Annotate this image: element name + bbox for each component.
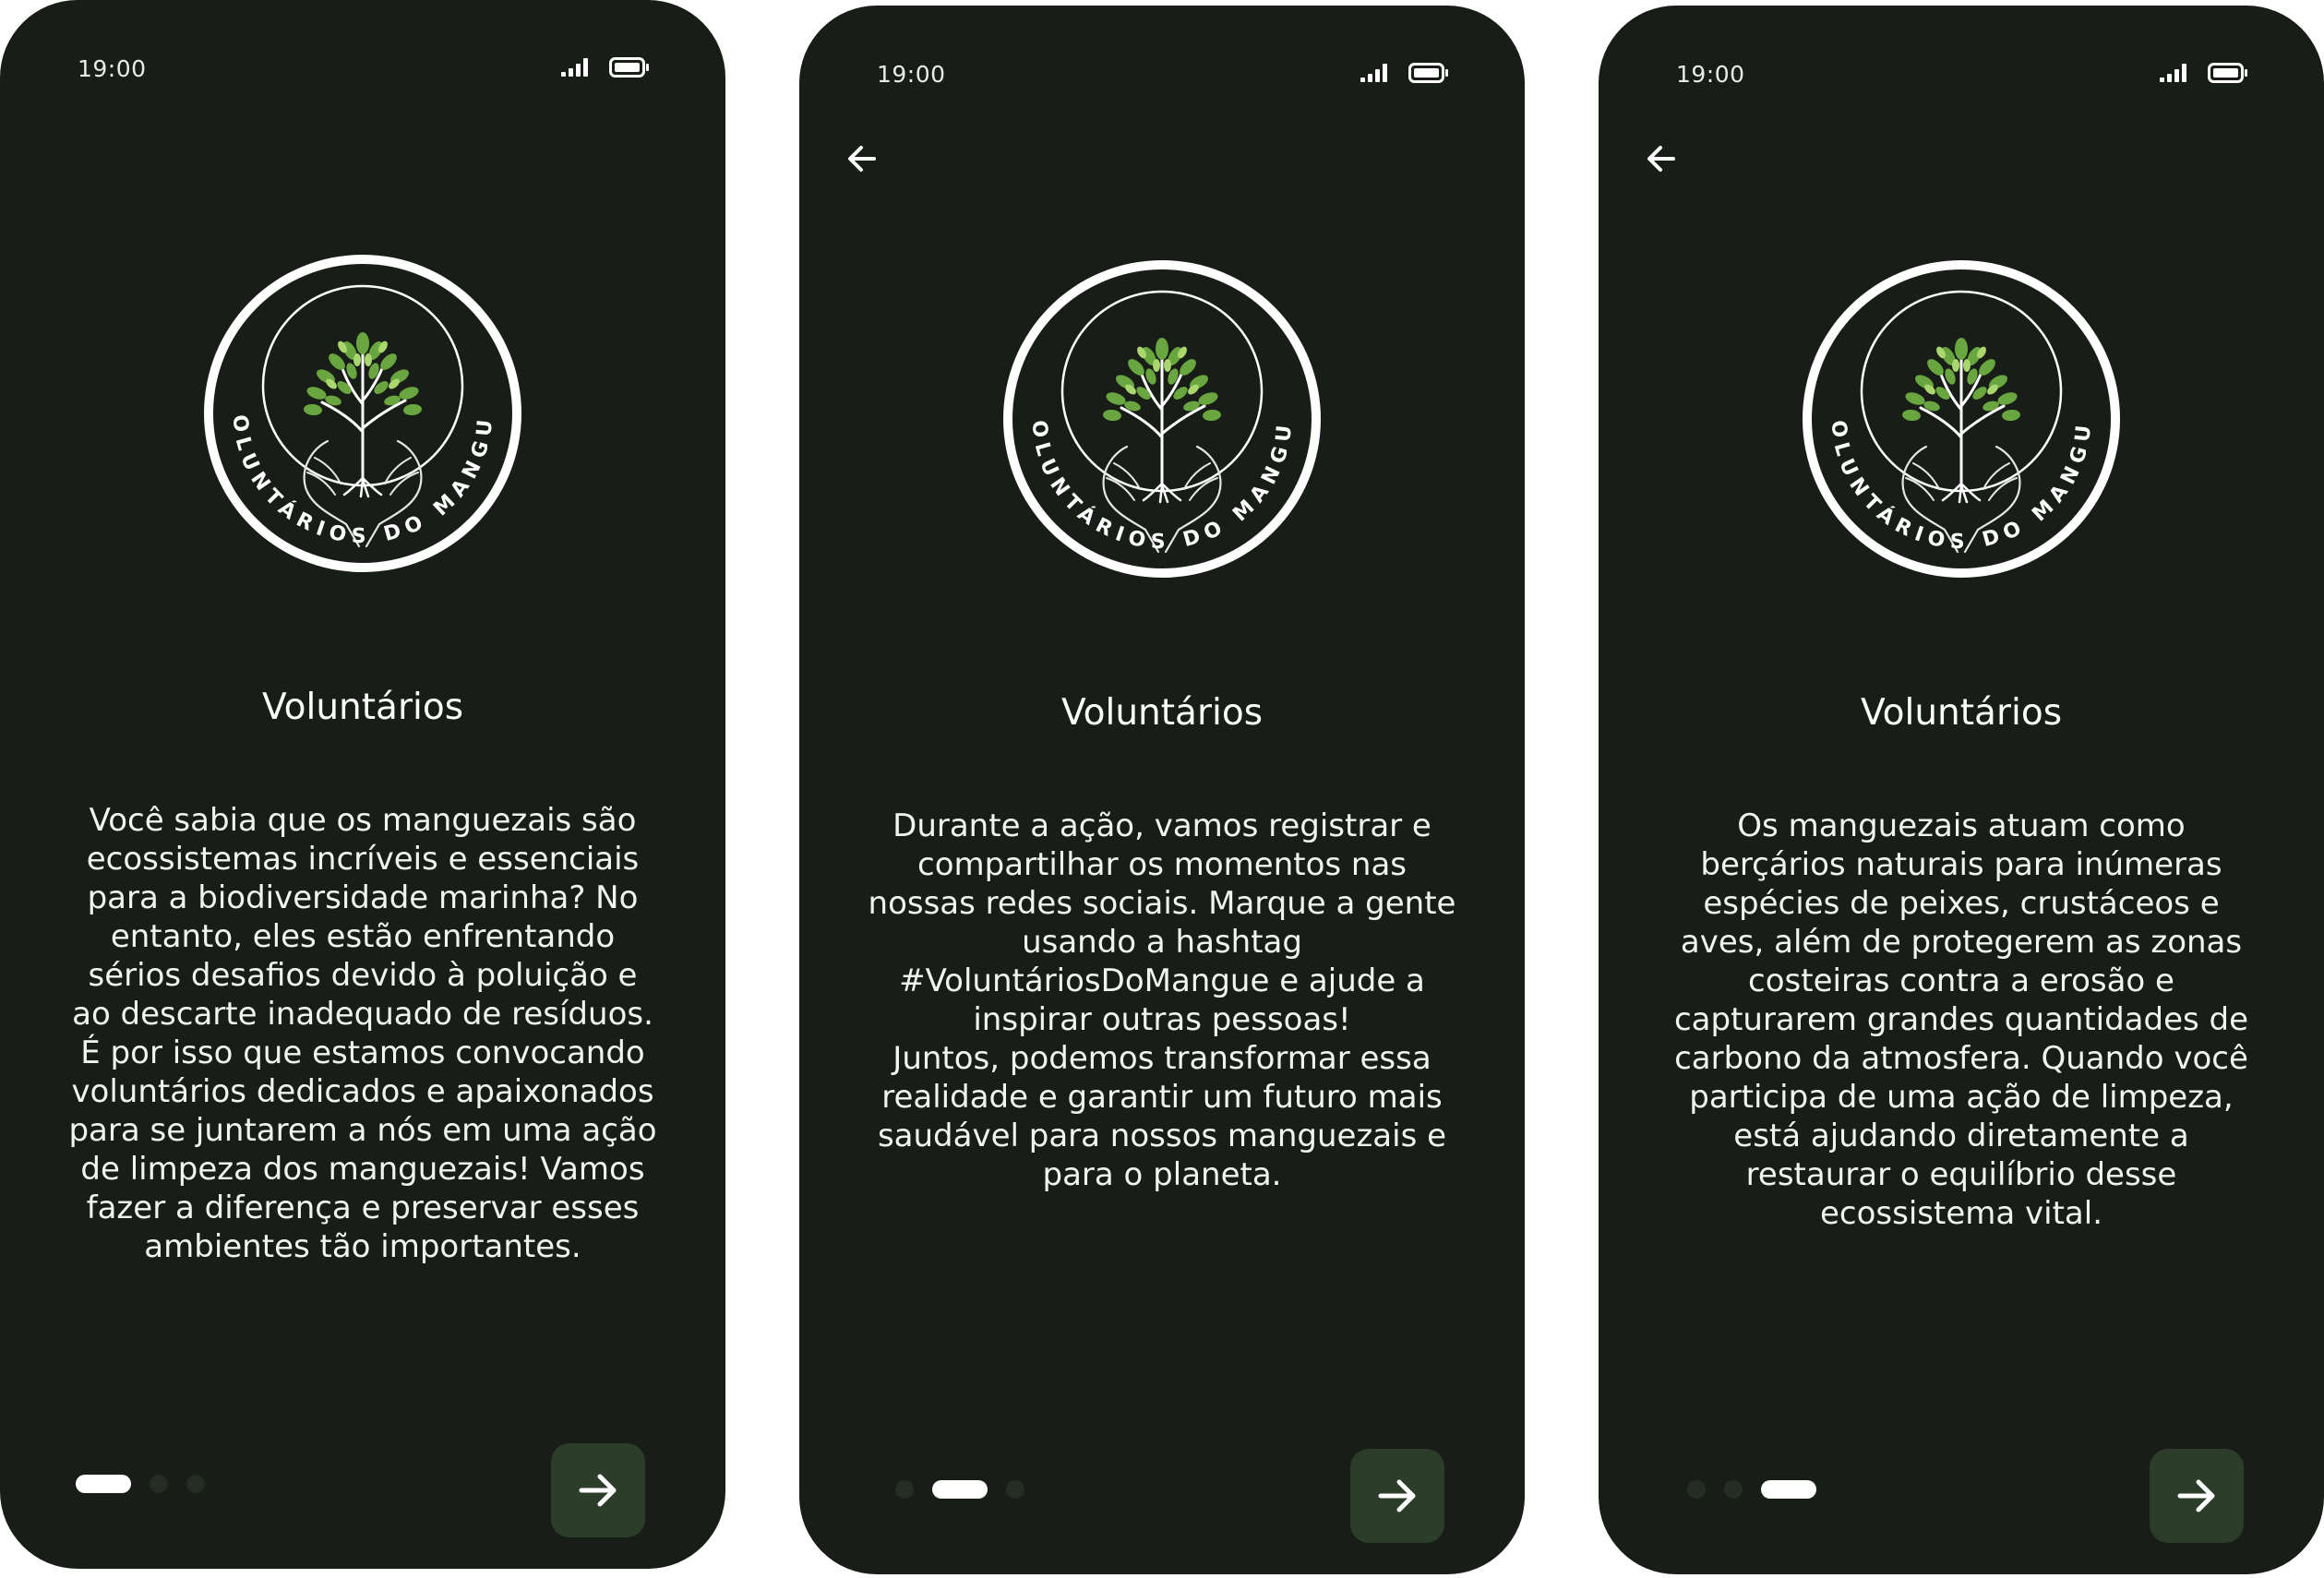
page-indicator — [895, 1480, 1024, 1499]
page-dot-1 — [1687, 1480, 1706, 1499]
voluntarios-do-mangue-logo: VOLUNTÁRIOS DO MANGUE — [1795, 253, 2127, 585]
status-icons — [561, 57, 650, 78]
next-button[interactable] — [551, 1443, 645, 1537]
signal-icon — [2160, 64, 2191, 82]
battery-icon — [2208, 63, 2248, 83]
status-time: 19:00 — [877, 61, 946, 88]
back-button[interactable] — [833, 129, 892, 188]
status-time: 19:00 — [1676, 61, 1745, 88]
screen-body-text: Você sabia que os manguezais são ecossis… — [68, 802, 657, 1265]
screen-body-text: Durante a ação, vamos registrar e compar… — [868, 807, 1456, 1193]
onboarding-screen-2: 19:00 VOLUNTÁRIOS DO MANGUE Voluntários … — [799, 6, 1525, 1574]
screen-title: Voluntários — [261, 687, 464, 728]
arrow-right-icon — [2174, 1473, 2220, 1519]
back-button[interactable] — [1632, 129, 1691, 188]
onboarding-screen-3: 19:00 VOLUNTÁRIOS DO MANGUE Voluntários … — [1599, 6, 2324, 1574]
page-dot-1 — [895, 1480, 914, 1499]
battery-icon — [1408, 63, 1449, 83]
next-button[interactable] — [1350, 1449, 1444, 1543]
page-dot-2-active — [932, 1480, 988, 1499]
arrow-right-icon — [1374, 1473, 1420, 1519]
page-dot-3 — [186, 1475, 205, 1493]
arrow-right-icon — [575, 1467, 621, 1513]
battery-icon — [609, 57, 650, 78]
page-dot-2 — [1724, 1480, 1743, 1499]
onboarding-screen-1: 19:00 VOLUNTÁRIOS DO MANGUE Voluntários … — [0, 0, 725, 1569]
page-dot-3-active — [1761, 1480, 1816, 1499]
page-dot-2 — [150, 1475, 168, 1493]
screen-body-text: Os manguezais atuam como berçários natur… — [1673, 807, 2249, 1232]
signal-icon — [1360, 64, 1392, 82]
screen-title: Voluntários — [1860, 692, 2063, 734]
arrow-left-icon — [1643, 140, 1680, 177]
next-button[interactable] — [2150, 1449, 2244, 1543]
arrow-left-icon — [844, 140, 880, 177]
voluntarios-do-mangue-logo: VOLUNTÁRIOS DO MANGUE — [996, 253, 1328, 585]
voluntarios-do-mangue-logo: VOLUNTÁRIOS DO MANGUE — [197, 247, 529, 580]
screen-title: Voluntários — [1060, 692, 1264, 734]
page-indicator — [76, 1475, 205, 1493]
signal-icon — [561, 58, 593, 77]
page-dot-1-active — [76, 1475, 131, 1493]
page-dot-3 — [1006, 1480, 1024, 1499]
status-time: 19:00 — [78, 55, 147, 82]
status-icons — [2160, 63, 2248, 83]
status-icons — [1360, 63, 1449, 83]
page-indicator — [1687, 1480, 1816, 1499]
